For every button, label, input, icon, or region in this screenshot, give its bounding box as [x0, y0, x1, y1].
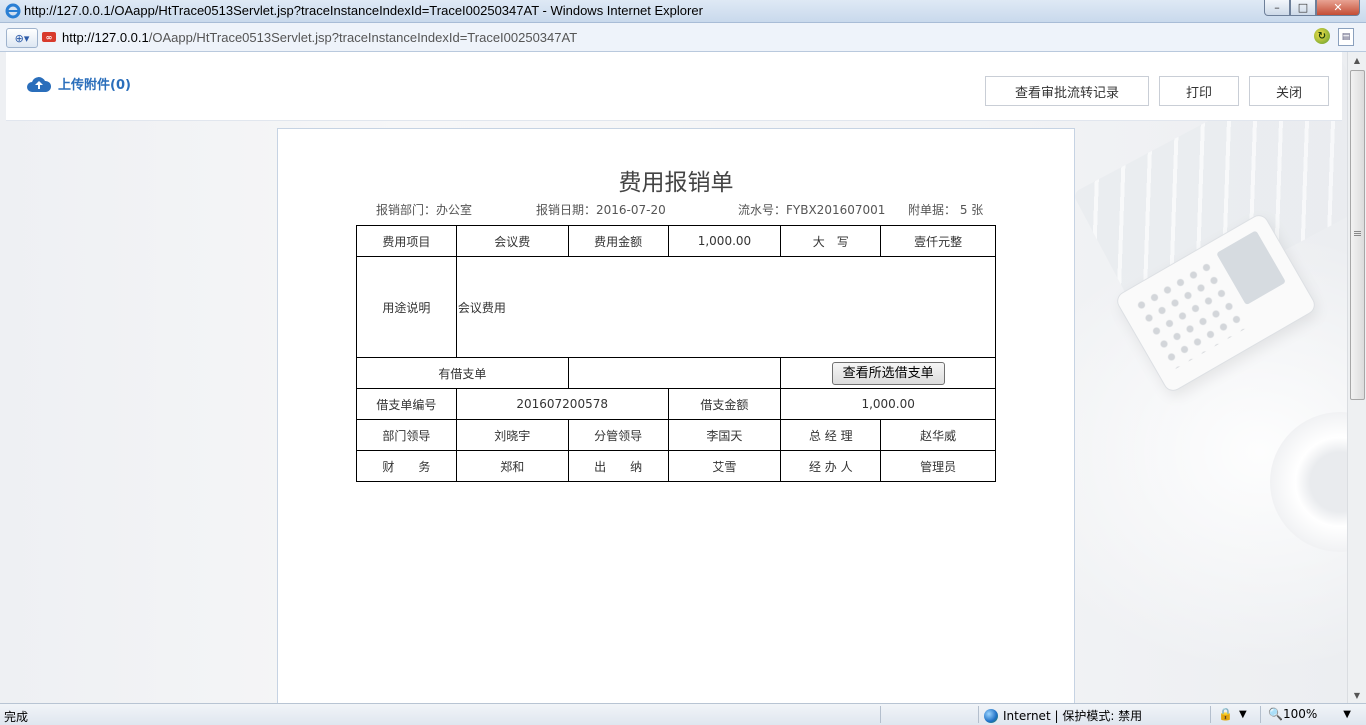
minimize-button[interactable]: – — [1264, 0, 1290, 16]
zone-label: Internet | 保护模式: 禁用 — [1003, 709, 1143, 723]
value-cell: 壹仟元整 — [880, 225, 996, 257]
view-selected-loans-button[interactable]: 查看所选借支单 — [831, 361, 945, 385]
expense-table: 费用项目 会议费 费用金额 1,000.00 大 写 壹仟元整 用途说明 会议费… — [356, 225, 997, 482]
label-cell: 大 写 — [780, 225, 882, 257]
value-cell — [567, 357, 782, 389]
chevron-down-icon: ▼ — [1343, 708, 1351, 720]
label-cell: 借支单编号 — [356, 388, 457, 420]
cloud-upload-icon — [27, 76, 52, 92]
value-cell: 管理员 — [880, 450, 996, 482]
value-cell: 1,000.00 — [667, 225, 782, 257]
chevron-down-icon: ▼ — [1238, 708, 1247, 720]
lock-icon: 🔒 — [1218, 707, 1233, 721]
scrollbar-thumb[interactable] — [1350, 70, 1365, 400]
grip-icon — [1354, 231, 1361, 237]
purpose-value-cell: 会议费用 — [455, 256, 997, 358]
form-title: 费用报销单 — [618, 170, 734, 196]
zoom-control[interactable]: 🔍 100% ▼ — [1268, 707, 1351, 721]
value-cell: 刘晓宇 — [455, 419, 569, 451]
scroll-down-icon[interactable]: ▼ — [1348, 687, 1366, 703]
table-row: 借支单编号 201607200578 借支金额 1,000.00 — [356, 388, 996, 420]
value-cell: 1,000.00 — [780, 388, 996, 420]
zoom-level: 100% — [1282, 707, 1318, 721]
label-cell: 经 办 人 — [780, 450, 882, 482]
page-icon[interactable]: ▤ — [1338, 28, 1354, 46]
globe-icon — [984, 708, 998, 723]
table-row: 财 务 郑和 出 纳 艾雪 经 办 人 管理员 — [356, 450, 996, 482]
table-row: 部门领导 刘晓宇 分管领导 李国天 总 经 理 赵华威 — [356, 419, 996, 451]
window-title-bar: http://127.0.0.1/OAapp/HtTrace0513Servle… — [0, 0, 1366, 23]
button-cell: 查看所选借支单 — [780, 357, 996, 389]
value-cell: 会议费 — [455, 225, 569, 257]
vertical-scrollbar[interactable]: ▲ ▼ — [1347, 52, 1366, 703]
status-divider — [1210, 706, 1211, 723]
label-cell: 借支金额 — [667, 388, 782, 420]
url-text: http://127.0.0.1/OAapp/HtTrace0513Servle… — [62, 30, 577, 45]
date-field: 报销日期：2016-07-20 — [536, 203, 666, 217]
url-host: http://127.0.0.1 — [62, 29, 149, 45]
window-title: http://127.0.0.1/OAapp/HtTrace0513Servle… — [24, 3, 703, 18]
label-cell: 用途说明 — [356, 256, 457, 358]
address-bar: ⊕▾ ∞ http://127.0.0.1/OAapp/HtTrace0513S… — [0, 23, 1366, 52]
print-button[interactable]: 打印 — [1159, 76, 1239, 106]
label-cell: 部门领导 — [356, 419, 457, 451]
zoom-icon: 🔍 — [1268, 707, 1283, 721]
expense-form-paper: 费用报销单 报销部门：办公室 报销日期：2016-07-20 流水号：FYBX2… — [277, 128, 1075, 703]
status-bar: 完成 Internet | 保护模式: 禁用 🔒 ▼ 🔍 100% ▼ — [0, 703, 1366, 725]
attachments-field: 附单据： 5 张 — [908, 203, 984, 217]
site-favicon-icon: ∞ — [42, 32, 56, 42]
table-row: 用途说明 会议费用 — [356, 256, 997, 358]
label-cell: 财 务 — [356, 450, 457, 482]
dept-field: 报销部门：办公室 — [376, 203, 473, 217]
label-cell: 总 经 理 — [780, 419, 882, 451]
close-window-button[interactable]: ✕ — [1316, 0, 1360, 16]
window-controls: – □ ✕ — [1264, 0, 1360, 18]
url-path: /OAapp/HtTrace0513Servlet.jsp?traceInsta… — [148, 29, 578, 45]
upload-attachment-label: 上传附件(0) — [58, 78, 131, 93]
status-divider — [880, 706, 881, 723]
security-zone[interactable]: Internet | 保护模式: 禁用 — [984, 707, 1142, 724]
value-cell: 艾雪 — [667, 450, 782, 482]
table-row: 费用项目 会议费 费用金额 1,000.00 大 写 壹仟元整 — [356, 225, 996, 257]
protected-mode-toggle[interactable]: 🔒 ▼ — [1218, 707, 1247, 721]
maximize-button[interactable]: □ — [1290, 0, 1316, 16]
view-approval-history-button[interactable]: 查看审批流转记录 — [985, 76, 1149, 106]
label-cell: 分管领导 — [567, 419, 669, 451]
plus-shield-icon: ⊕▾ — [14, 31, 30, 45]
close-button[interactable]: 关闭 — [1249, 76, 1329, 106]
page-header: 上传附件(0) 查看审批流转记录 打印 关闭 — [6, 52, 1342, 121]
value-cell: 201607200578 — [455, 388, 669, 420]
url-field[interactable]: ∞ http://127.0.0.1/OAapp/HtTrace0513Serv… — [42, 28, 577, 46]
label-cell: 有借支单 — [356, 357, 569, 389]
value-cell: 李国天 — [667, 419, 782, 451]
ie-logo-icon — [5, 3, 21, 19]
scroll-up-icon[interactable]: ▲ — [1348, 52, 1366, 68]
page-viewport: 上传附件(0) 查看审批流转记录 打印 关闭 费用报销单 报销部门：办公室 报销… — [0, 52, 1348, 703]
serial-field: 流水号：FYBX201607001 — [738, 203, 886, 217]
label-cell: 费用金额 — [567, 225, 669, 257]
compatibility-view-icon[interactable]: ↻ — [1314, 28, 1330, 44]
status-divider — [1260, 706, 1261, 723]
status-text: 完成 — [4, 710, 29, 724]
value-cell: 赵华威 — [880, 419, 996, 451]
value-cell: 郑和 — [455, 450, 569, 482]
site-menu-button[interactable]: ⊕▾ — [6, 28, 38, 48]
label-cell: 费用项目 — [356, 225, 457, 257]
upload-attachment-link[interactable]: 上传附件(0) — [26, 74, 131, 93]
label-cell: 出 纳 — [567, 450, 669, 482]
status-divider — [978, 706, 979, 723]
table-row: 有借支单 查看所选借支单 — [356, 357, 996, 389]
